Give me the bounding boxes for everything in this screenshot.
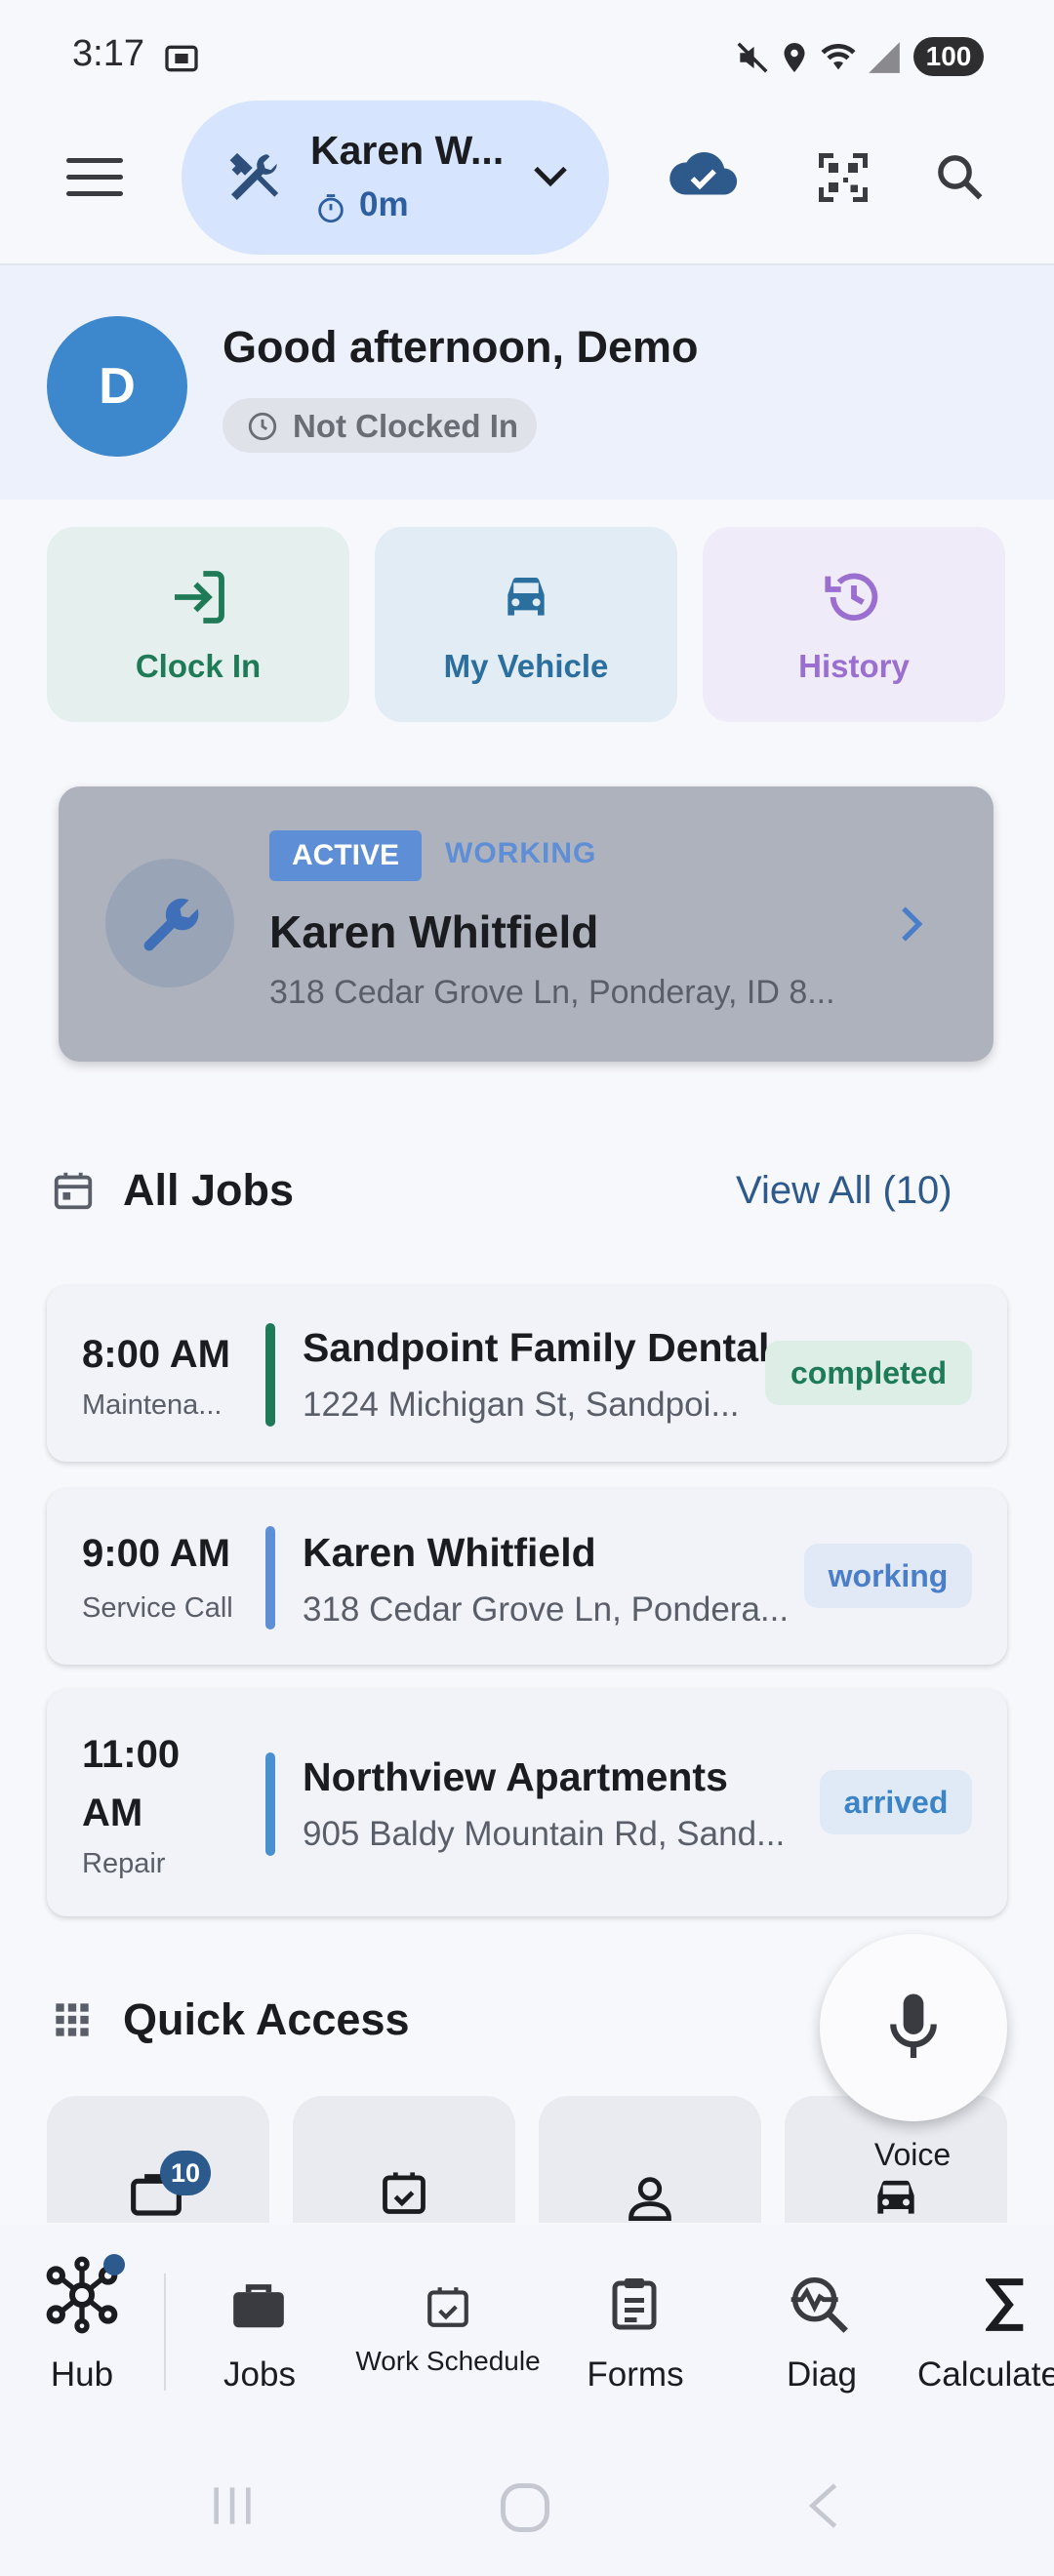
voice-button[interactable]	[820, 1934, 1007, 2121]
wrench-icon	[135, 890, 205, 960]
location-icon	[777, 39, 812, 76]
all-jobs-title: All Jobs	[123, 1165, 295, 1215]
clock-in-label: Clock In	[135, 648, 262, 684]
active-job-name: Karen Whitfield	[269, 906, 599, 957]
car-icon	[869, 2170, 923, 2221]
recent-apps-icon[interactable]	[205, 2478, 260, 2533]
history-icon	[823, 566, 885, 628]
mute-icon	[734, 39, 771, 76]
working-status: WORKING	[445, 837, 597, 869]
signal-icon	[865, 39, 904, 76]
clipboard-icon[interactable]	[605, 2272, 664, 2334]
view-all-link[interactable]: View All (10)	[736, 1169, 953, 1213]
job-time: 9:00 AM	[82, 1532, 230, 1575]
diagnostic-search-icon[interactable]	[789, 2274, 851, 2336]
wifi-icon	[818, 37, 859, 76]
status-time: 3:17	[72, 33, 144, 74]
home-icon[interactable]	[496, 2478, 554, 2537]
active-job-address: 318 Cedar Grove Ln, Ponderay, ID 8...	[269, 974, 835, 1011]
history-label: History	[798, 648, 910, 684]
calendar-check-icon[interactable]	[424, 2281, 472, 2332]
job-card-sandpoint[interactable]: 8:00 AM Maintena... Sandpoint Family Den…	[47, 1286, 1007, 1462]
job-type: Repair	[82, 1848, 166, 1879]
car-icon	[495, 566, 557, 628]
technician-name: Karen W...	[310, 128, 505, 173]
microphone-icon	[886, 1991, 941, 2065]
job-address: 318 Cedar Grove Ln, Pondera...	[303, 1590, 790, 1629]
quick-access-customer[interactable]	[539, 2096, 761, 2223]
job-address: 1224 Michigan St, Sandpoi...	[303, 1386, 740, 1424]
job-type: Maintena...	[82, 1389, 223, 1421]
job-time: 8:00 AM	[82, 1333, 230, 1376]
search-icon[interactable]	[933, 150, 986, 203]
job-time: 11:00	[82, 1733, 181, 1776]
nav-divider	[164, 2274, 166, 2391]
nav-work-schedule[interactable]: Work Schedule	[344, 2346, 552, 2377]
cloud-check-icon[interactable]	[668, 146, 738, 205]
grid-icon	[53, 2000, 92, 2039]
chevron-right-icon[interactable]	[896, 904, 925, 945]
quick-access-jobs[interactable]	[47, 2096, 269, 2223]
job-name: Sandpoint Family Dental	[303, 1325, 770, 1370]
job-type: Service Call	[82, 1592, 233, 1624]
quick-access-title: Quick Access	[123, 1994, 410, 2044]
job-card-karen[interactable]: 9:00 AM Service Call Karen Whitfield 318…	[47, 1489, 1007, 1665]
job-status-badge: working	[804, 1544, 972, 1608]
history-button[interactable]: History	[703, 527, 1005, 722]
technician-timer: 0m	[359, 185, 409, 223]
nav-forms[interactable]: Forms	[566, 2355, 705, 2395]
nav-diag[interactable]: Diag	[759, 2355, 884, 2395]
job-address: 905 Baldy Mountain Rd, Sand...	[303, 1815, 786, 1853]
screenshot-icon	[162, 39, 201, 78]
my-vehicle-label: My Vehicle	[443, 648, 609, 684]
nav-jobs[interactable]: Jobs	[195, 2355, 324, 2395]
job-card-northview[interactable]: 11:00 AM Repair Northview Apartments 905…	[47, 1690, 1007, 1916]
clock-icon	[246, 410, 279, 443]
job-time-suffix: AM	[82, 1791, 143, 1834]
my-vehicle-button[interactable]: My Vehicle	[375, 527, 677, 722]
greeting-message: Good afternoon, Demo	[223, 322, 699, 372]
nav-calculate[interactable]: Calculate	[917, 2355, 1054, 2395]
qr-code-icon[interactable]	[814, 148, 872, 207]
job-name: Karen Whitfield	[303, 1530, 596, 1575]
back-icon[interactable]	[796, 2478, 851, 2533]
timer-icon	[314, 191, 347, 226]
battery-indicator: 100	[913, 37, 984, 76]
job-status-bar	[265, 1752, 275, 1856]
clock-status-text: Not Clocked In	[293, 408, 519, 444]
briefcase-icon[interactable]	[228, 2277, 289, 2332]
tools-icon	[221, 146, 285, 211]
login-icon	[167, 566, 229, 628]
job-status-bar	[265, 1323, 275, 1427]
calendar-check-icon	[379, 2166, 429, 2219]
jobs-count-badge: 10	[160, 2151, 211, 2195]
sigma-icon[interactable]	[986, 2277, 1029, 2332]
menu-icon[interactable]	[64, 156, 127, 199]
calendar-icon	[51, 1167, 96, 1214]
job-status-badge: completed	[765, 1341, 972, 1405]
voice-label: Voice	[873, 2137, 952, 2172]
quick-access-schedule[interactable]	[293, 2096, 515, 2223]
hub-notification-dot	[103, 2254, 125, 2275]
avatar[interactable]: D	[47, 316, 187, 457]
clock-in-button[interactable]: Clock In	[47, 527, 349, 722]
nav-hub[interactable]: Hub	[20, 2355, 144, 2395]
chevron-down-icon[interactable]	[531, 162, 570, 191]
job-status-bar	[265, 1526, 275, 1630]
active-badge: ACTIVE	[269, 830, 422, 881]
person-icon	[625, 2174, 675, 2221]
job-name: Northview Apartments	[303, 1754, 728, 1799]
job-status-badge: arrived	[820, 1770, 972, 1834]
